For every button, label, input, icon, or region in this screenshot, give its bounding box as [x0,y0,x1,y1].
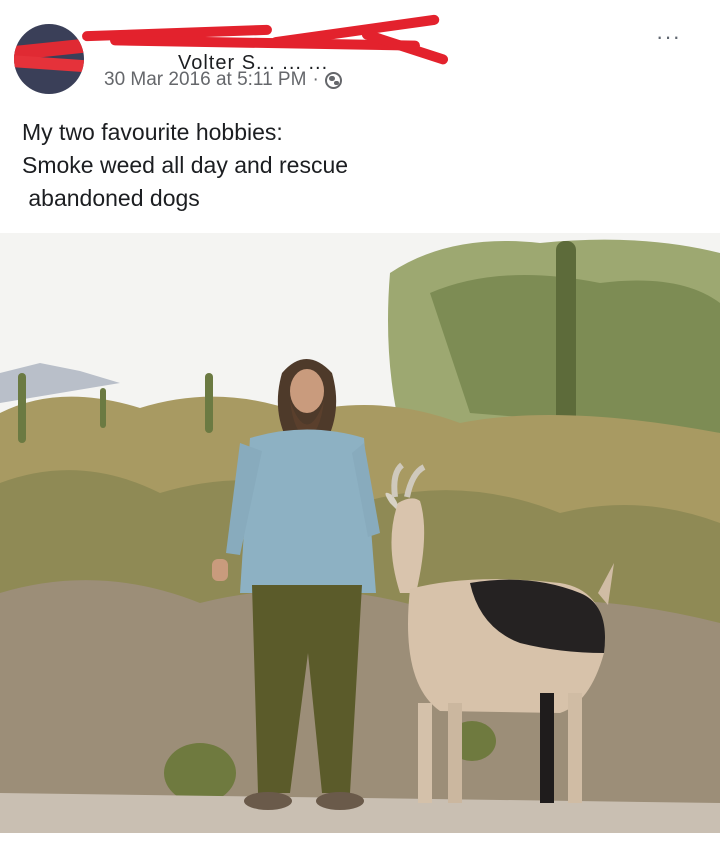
more-options-button[interactable]: ··· [656,24,681,50]
post-text-line: Smoke weed all day and rescue [22,152,349,178]
post-photo[interactable] [0,233,720,833]
post-photo-illustration [0,233,720,833]
post-meta: 30 Mar 2016 at 5:11 PM · [104,69,342,91]
post-text: My two favourite hobbies: Smoke weed all… [22,116,682,215]
separator: · [312,69,319,90]
globe-icon[interactable] [324,71,342,89]
post-divider [0,833,720,841]
post-text-line: abandoned dogs [22,185,200,211]
author-name[interactable]: Volter S... ... ... [70,14,450,74]
post-header: Volter S... ... ... 30 Mar 2016 at 5:11 … [0,0,720,100]
timestamp[interactable]: 30 Mar 2016 at 5:11 PM [104,69,306,91]
post-text-line: My two favourite hobbies: [22,119,283,145]
